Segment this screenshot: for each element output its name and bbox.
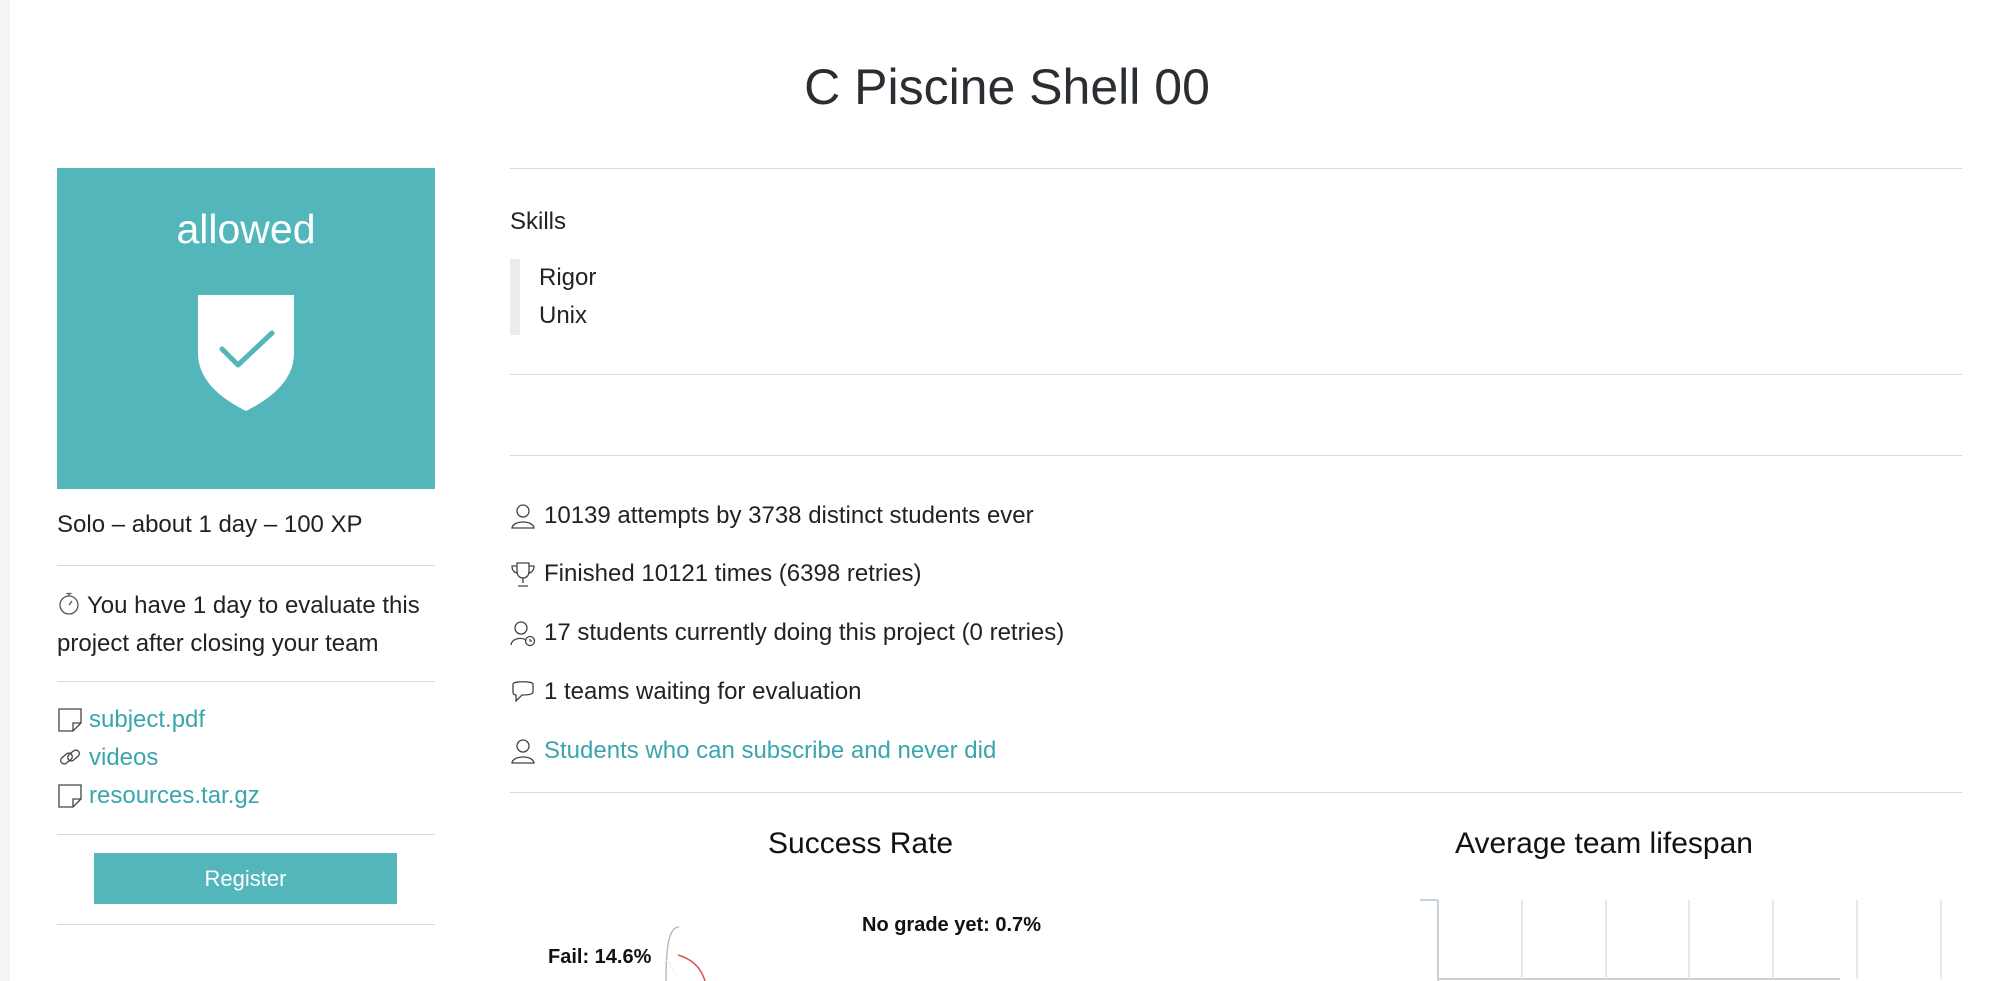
trophy-icon — [511, 562, 535, 587]
stat-text: Finished 10121 times (6398 retries) — [544, 560, 922, 587]
pie-label-fail-value: 14.6 — [594, 946, 634, 968]
divider — [510, 792, 1962, 793]
pie-leader-no-grade — [665, 926, 680, 981]
user-icon — [511, 739, 535, 764]
project-meta: Solo – about 1 day – 100 XP — [57, 511, 363, 538]
pie-leader-fail — [677, 954, 706, 981]
page-title: C Piscine Shell 00 — [804, 59, 1210, 115]
divider — [57, 834, 435, 835]
attachment-resources[interactable]: resources.tar.gz — [57, 777, 260, 815]
pie-label-no-grade-name: No grade yet — [862, 914, 984, 936]
divider — [57, 565, 435, 566]
stat-attempts: 10139 attempts by 3738 distinct students… — [510, 502, 1034, 530]
file-icon — [58, 784, 82, 808]
user-icon — [511, 504, 535, 529]
divider — [510, 168, 1962, 169]
skill-item: Rigor — [539, 264, 597, 291]
stat-text: 1 teams waiting for evaluation — [544, 678, 862, 705]
pie-label-unit: % — [633, 946, 652, 968]
pie-slice-no-grade — [666, 960, 680, 981]
attachment-label[interactable]: resources.tar.gz — [89, 782, 260, 810]
attachment-subject-pdf[interactable]: subject.pdf — [57, 701, 260, 739]
project-status-card: allowed — [57, 168, 435, 489]
divider — [57, 681, 435, 682]
stat-text: 10139 attempts by 3738 distinct students… — [544, 502, 1034, 529]
divider — [510, 455, 1962, 456]
divider — [510, 374, 1962, 375]
stat-teams-waiting: 1 teams waiting for evaluation — [510, 678, 862, 706]
left-edge-strip — [0, 0, 10, 981]
pie-label-no-grade-value: 0.7 — [995, 914, 1024, 936]
divider — [57, 924, 435, 925]
skill-item: Unix — [539, 302, 588, 329]
stat-never-subscribed-link[interactable]: Students who can subscribe and never did — [510, 737, 996, 765]
attachment-label[interactable]: videos — [89, 744, 158, 772]
chat-icon — [512, 681, 534, 703]
register-button[interactable]: Register — [94, 853, 397, 904]
pie-label-no-grade: No grade yet: 0.7% — [862, 914, 1041, 936]
link-icon — [60, 749, 80, 765]
skills-accent-bar — [510, 259, 520, 335]
pie-label-fail: Fail: 14.6% — [548, 946, 652, 968]
stat-current-students: 17 students currently doing this project… — [510, 619, 1064, 647]
team-lifespan-title: Average team lifespan — [1455, 827, 1753, 860]
success-rate-title: Success Rate — [768, 827, 954, 860]
pie-label-fail-name: Fail — [548, 946, 583, 968]
shield-check-icon — [198, 295, 294, 411]
attachment-label[interactable]: subject.pdf — [89, 706, 205, 734]
skills-title: Skills — [510, 208, 567, 235]
evaluation-note: You have 1 day to evaluate this project … — [57, 587, 437, 663]
stat-finished: Finished 10121 times (6398 retries) — [510, 560, 922, 588]
status-label: allowed — [176, 206, 316, 252]
stat-link-text[interactable]: Students who can subscribe and never did — [544, 737, 996, 765]
user-clock-icon — [510, 621, 536, 647]
attachments-list: subject.pdf videos resources.tar.gz — [57, 701, 260, 815]
pie-label-unit: % — [1023, 914, 1041, 936]
stat-text: 17 students currently doing this project… — [544, 619, 1065, 646]
stopwatch-icon — [59, 592, 79, 615]
attachment-videos[interactable]: videos — [57, 739, 260, 777]
file-icon — [58, 708, 82, 732]
evaluation-note-text: You have 1 day to evaluate this project … — [57, 592, 420, 657]
team-lifespan-chart — [1420, 899, 1942, 981]
